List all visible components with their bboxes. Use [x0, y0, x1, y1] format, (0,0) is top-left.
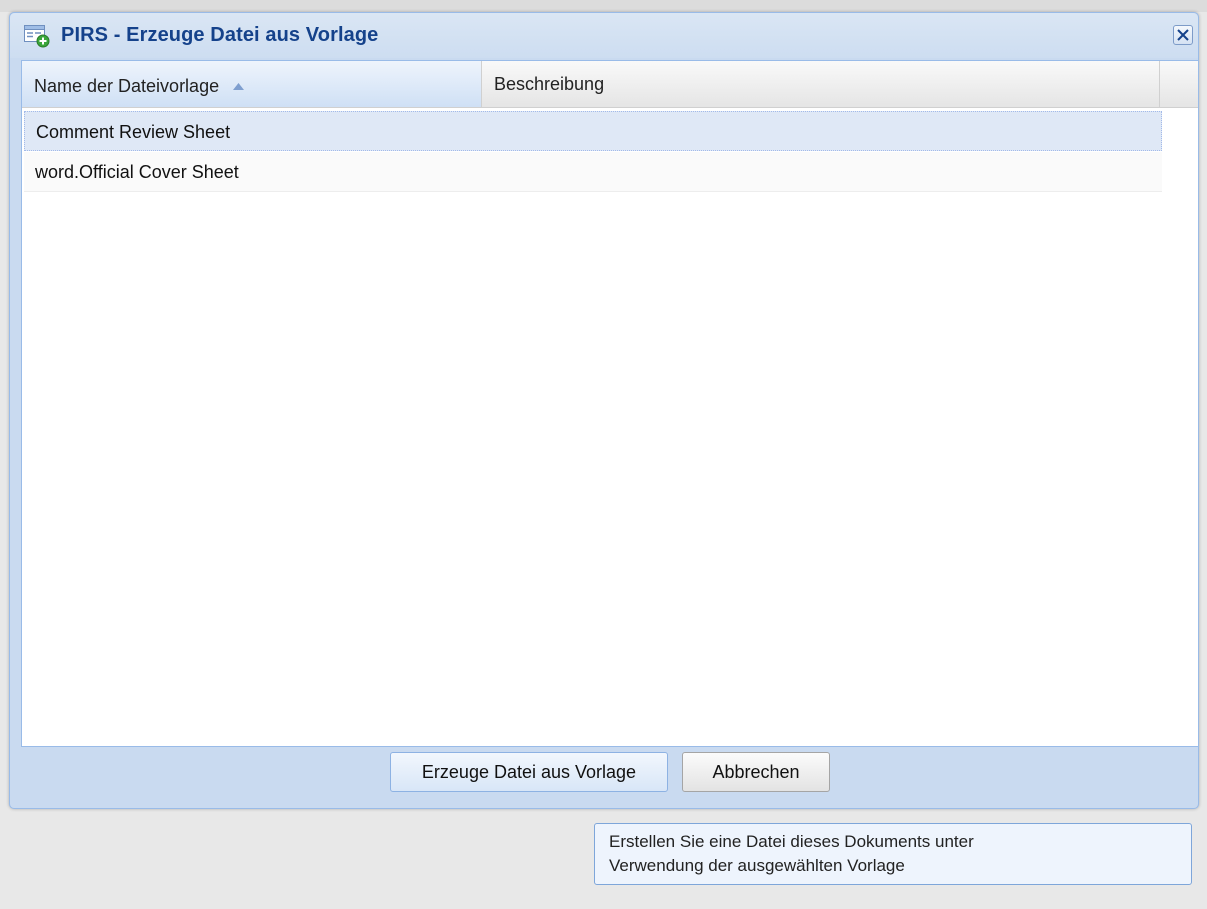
new-file-window-icon: [24, 24, 50, 48]
template-grid: Name der Dateivorlage Beschreibung Comme…: [21, 60, 1199, 747]
tooltip-line-1: Erstellen Sie eine Datei dieses Dokument…: [609, 832, 974, 851]
sort-ascending-icon: [233, 74, 245, 95]
cancel-button[interactable]: Abbrechen: [682, 752, 830, 792]
grid-header: Name der Dateivorlage Beschreibung: [22, 61, 1198, 108]
column-header-description[interactable]: Beschreibung: [482, 61, 1160, 107]
column-header-description-label: Beschreibung: [494, 74, 605, 94]
window-title: PIRS - Erzeuge Datei aus Vorlage: [61, 24, 379, 46]
template-name-cell: Comment Review Sheet: [36, 122, 231, 142]
close-icon: [1177, 29, 1189, 41]
dialog-window: PIRS - Erzeuge Datei aus Vorlage Name de…: [9, 12, 1199, 809]
template-name-cell: word.Official Cover Sheet: [35, 162, 239, 182]
create-from-template-button[interactable]: Erzeuge Datei aus Vorlage: [390, 752, 668, 792]
tooltip-line-2: Verwendung der ausgewählten Vorlage: [609, 856, 905, 875]
table-row[interactable]: Comment Review Sheet: [24, 111, 1162, 151]
background-strip: [0, 0, 1207, 12]
close-button[interactable]: [1173, 25, 1193, 45]
tooltip: Erstellen Sie eine Datei dieses Dokument…: [594, 823, 1192, 885]
column-header-name-label: Name der Dateivorlage: [34, 76, 220, 96]
table-row[interactable]: word.Official Cover Sheet: [24, 152, 1162, 192]
column-header-name[interactable]: Name der Dateivorlage: [22, 61, 482, 107]
column-header-filler: [1160, 61, 1198, 107]
window-titlebar[interactable]: PIRS - Erzeuge Datei aus Vorlage: [10, 13, 1198, 58]
